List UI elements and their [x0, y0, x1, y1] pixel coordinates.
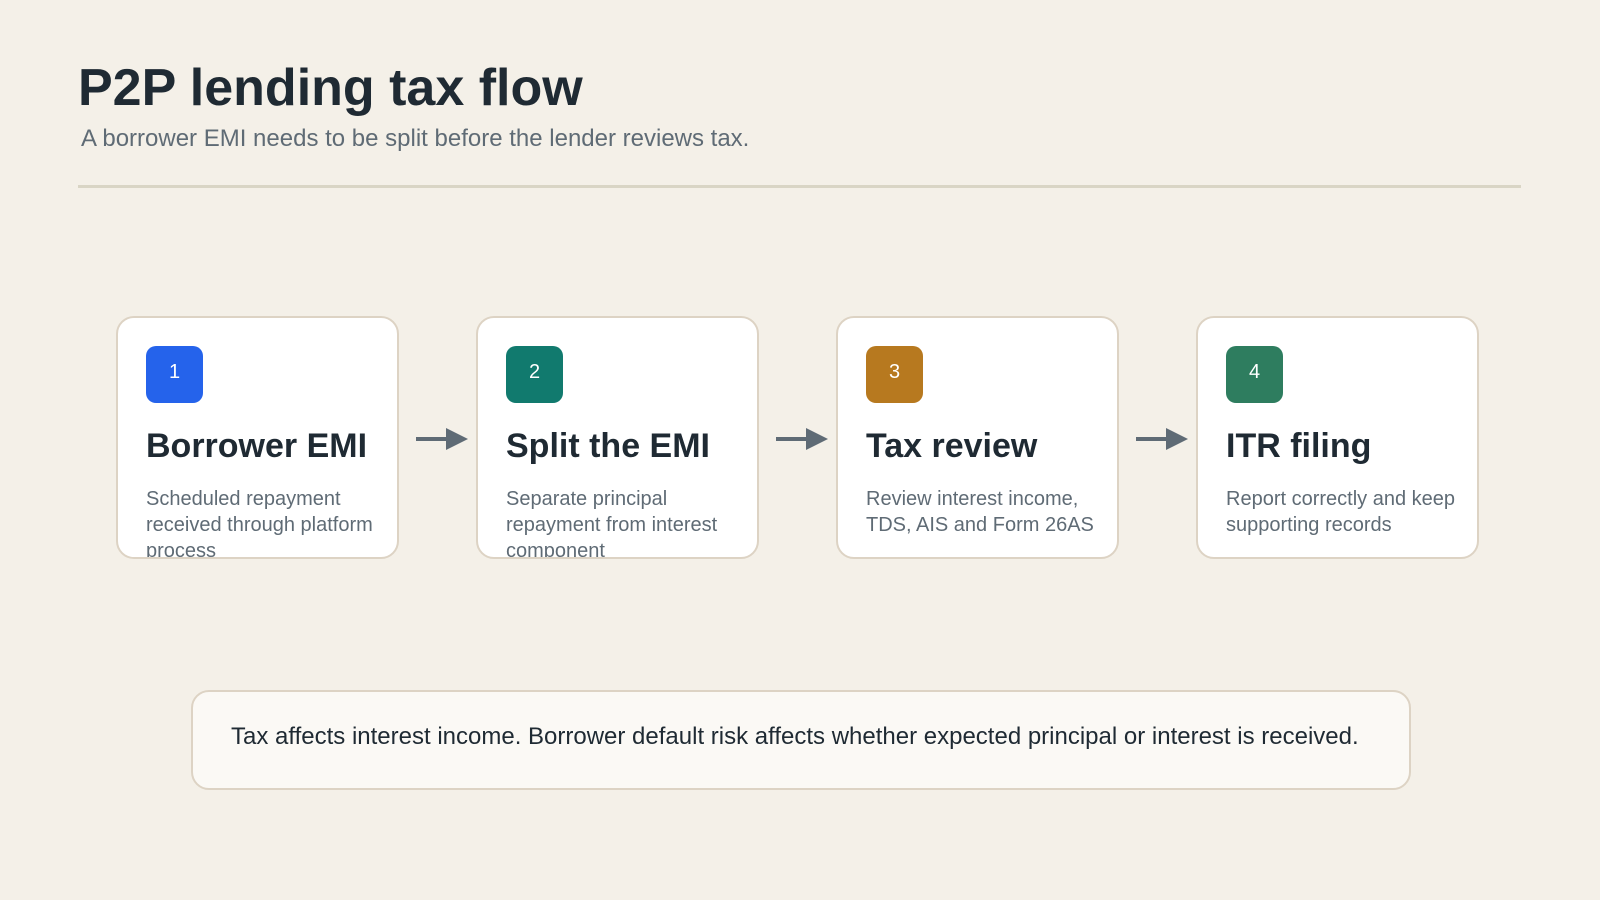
step-card-4: 4 ITR filing Report correctly and keep s… — [1196, 316, 1479, 559]
slide: P2P lending tax flow A borrower EMI need… — [0, 0, 1600, 900]
arrow-right-icon — [1136, 428, 1188, 450]
arrow-right-icon — [416, 428, 468, 450]
step-title: Split the EMI — [506, 427, 710, 465]
step-description: Review interest income, TDS, AIS and For… — [866, 488, 1094, 536]
step-number-badge: 3 — [866, 346, 923, 403]
arrow-right-icon — [776, 428, 828, 450]
note-callout: Tax affects interest income. Borrower de… — [191, 690, 1411, 790]
step-number-badge: 2 — [506, 346, 563, 403]
page-title: P2P lending tax flow — [78, 59, 583, 117]
step-card-3: 3 Tax review Review interest income, TDS… — [836, 316, 1119, 559]
step-card-1: 1 Borrower EMI Scheduled repayment recei… — [116, 316, 399, 559]
step-title: Borrower EMI — [146, 427, 368, 465]
step-description: Separate principal repayment from intere… — [506, 488, 718, 559]
note-text: Tax affects interest income. Borrower de… — [231, 723, 1359, 750]
step-title: Tax review — [866, 427, 1038, 465]
header-divider — [78, 185, 1521, 188]
step-card-2: 2 Split the EMI Separate principal repay… — [476, 316, 759, 559]
page-subtitle: A borrower EMI needs to be split before … — [81, 125, 750, 152]
step-number-badge: 4 — [1226, 346, 1283, 403]
step-description: Scheduled repayment received through pla… — [146, 488, 373, 559]
step-description: Report correctly and keep supporting rec… — [1226, 488, 1456, 536]
step-number-badge: 1 — [146, 346, 203, 403]
step-title: ITR filing — [1226, 427, 1372, 465]
